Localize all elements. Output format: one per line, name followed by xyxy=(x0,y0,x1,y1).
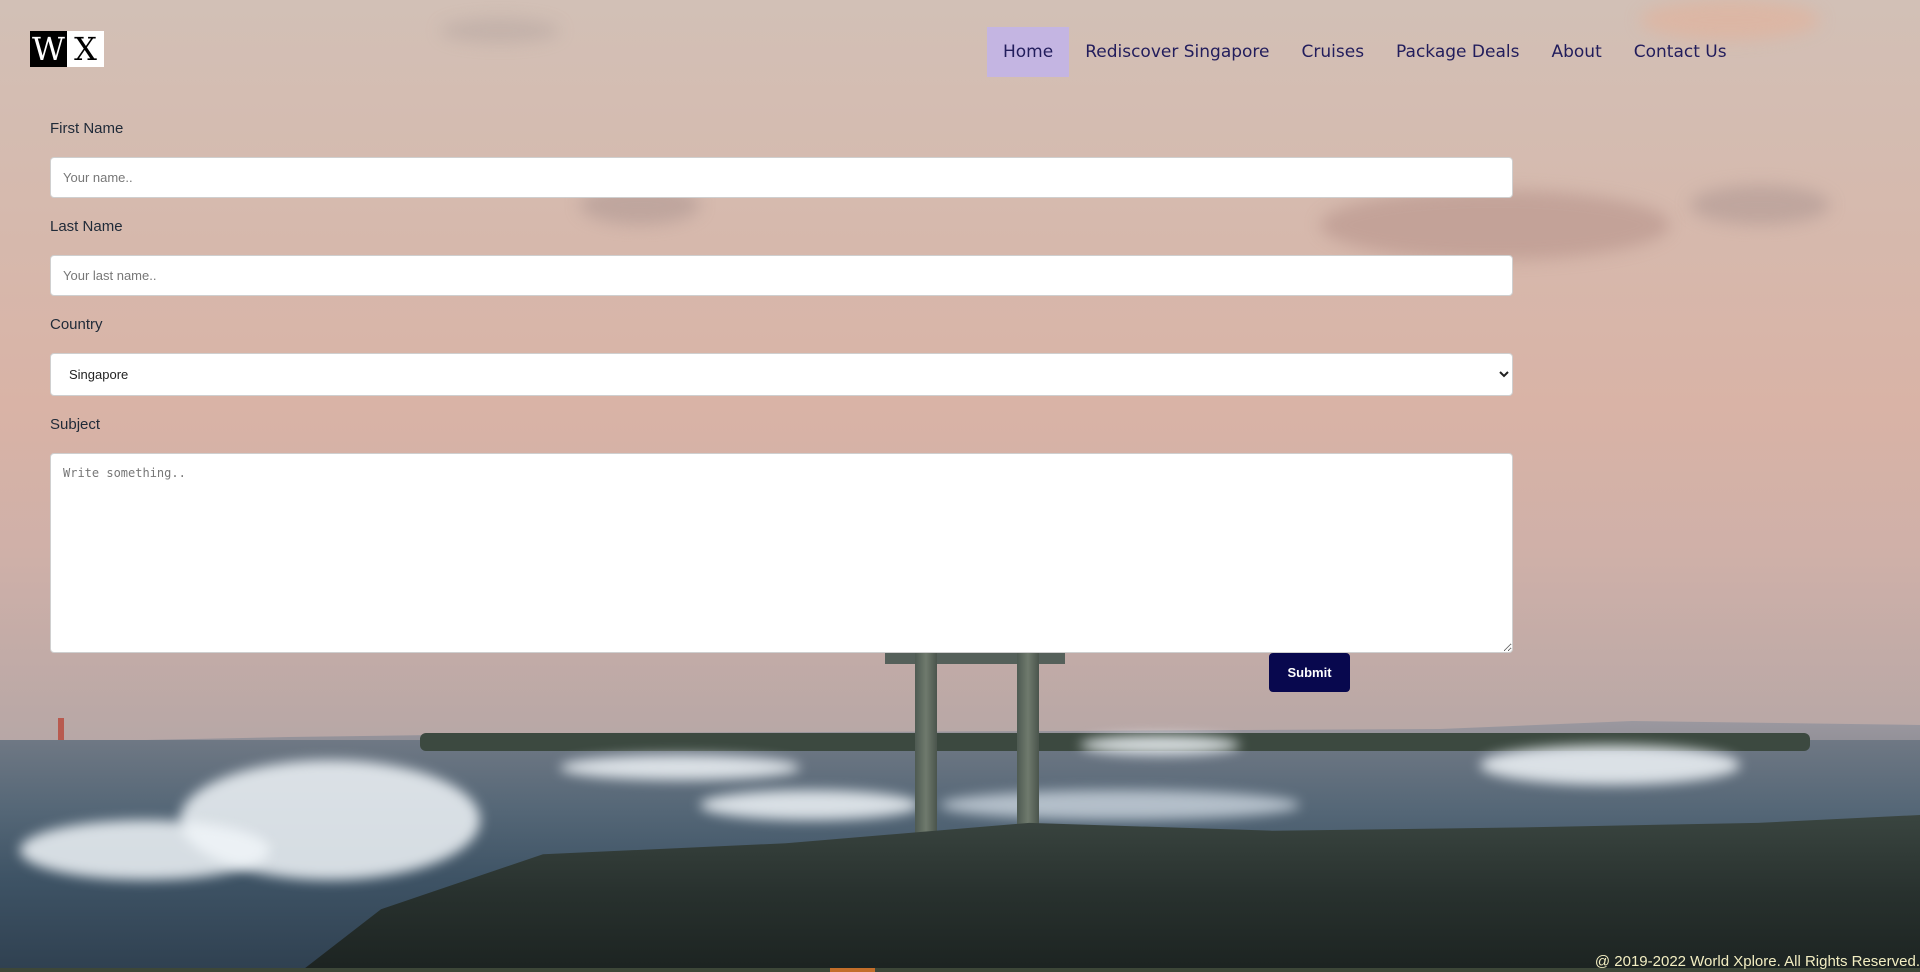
wave-foam xyxy=(940,790,1300,820)
wave-foam xyxy=(1080,735,1240,755)
logo-letter-w: W xyxy=(30,30,67,68)
cloud xyxy=(1690,185,1830,225)
nav-item-package-deals[interactable]: Package Deals xyxy=(1380,27,1535,77)
lighthouse xyxy=(58,718,64,740)
wave-foam xyxy=(700,790,920,820)
wave-foam xyxy=(560,755,800,780)
last-name-input[interactable] xyxy=(50,255,1513,296)
torii-gate-post xyxy=(1017,652,1039,840)
footer-copyright: @ 2019-2022 World Xplore. All Rights Res… xyxy=(1594,953,1920,970)
torii-gate-post xyxy=(915,652,937,840)
subject-textarea[interactable] xyxy=(50,453,1513,653)
country-label: Country xyxy=(50,316,103,333)
nav-item-about[interactable]: About xyxy=(1535,27,1617,77)
nav-item-contact-us[interactable]: Contact Us xyxy=(1618,27,1743,77)
nav-item-home[interactable]: Home xyxy=(987,27,1070,77)
first-name-input[interactable] xyxy=(50,157,1513,198)
country-select[interactable]: Singapore xyxy=(50,353,1513,396)
orange-mark xyxy=(830,968,875,972)
cloud xyxy=(440,18,560,43)
wave-foam xyxy=(1480,745,1740,785)
subject-label: Subject xyxy=(50,416,101,433)
cloud xyxy=(1320,190,1670,260)
last-name-label: Last Name xyxy=(50,218,123,235)
site-logo[interactable]: W X xyxy=(30,30,104,68)
first-name-label: First Name xyxy=(50,120,124,137)
logo-letter-x: X xyxy=(67,30,104,68)
nav-item-cruises[interactable]: Cruises xyxy=(1286,27,1381,77)
submit-button[interactable]: Submit xyxy=(1269,653,1350,692)
main-nav: Home Rediscover Singapore Cruises Packag… xyxy=(987,27,1743,77)
nav-item-rediscover-singapore[interactable]: Rediscover Singapore xyxy=(1069,27,1285,77)
wave-foam xyxy=(20,820,270,880)
